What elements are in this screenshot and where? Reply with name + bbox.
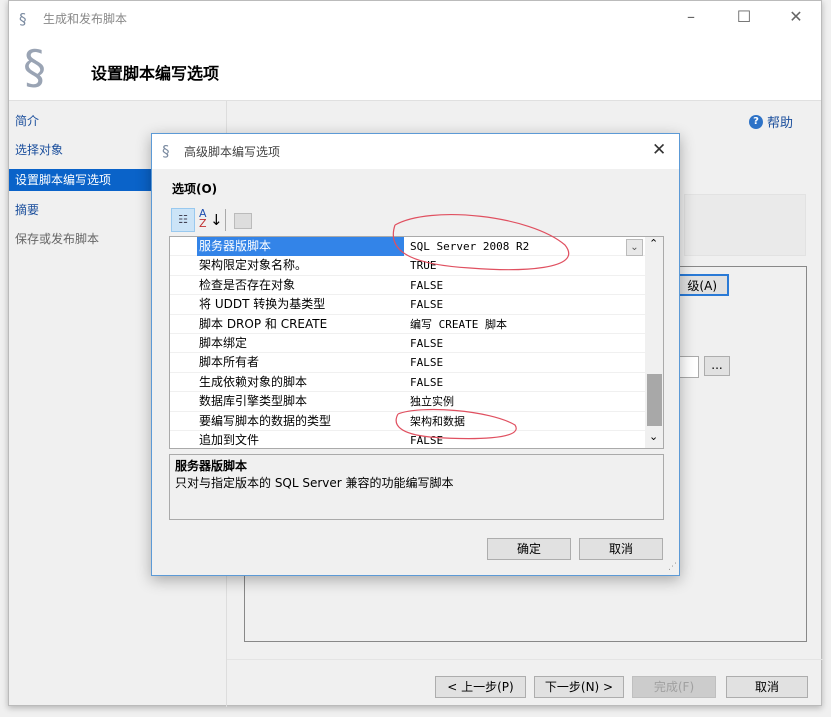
annotation-layer xyxy=(392,213,570,440)
annotation-circle-data-type xyxy=(395,408,517,440)
annotation-circle-server-version xyxy=(392,213,570,271)
